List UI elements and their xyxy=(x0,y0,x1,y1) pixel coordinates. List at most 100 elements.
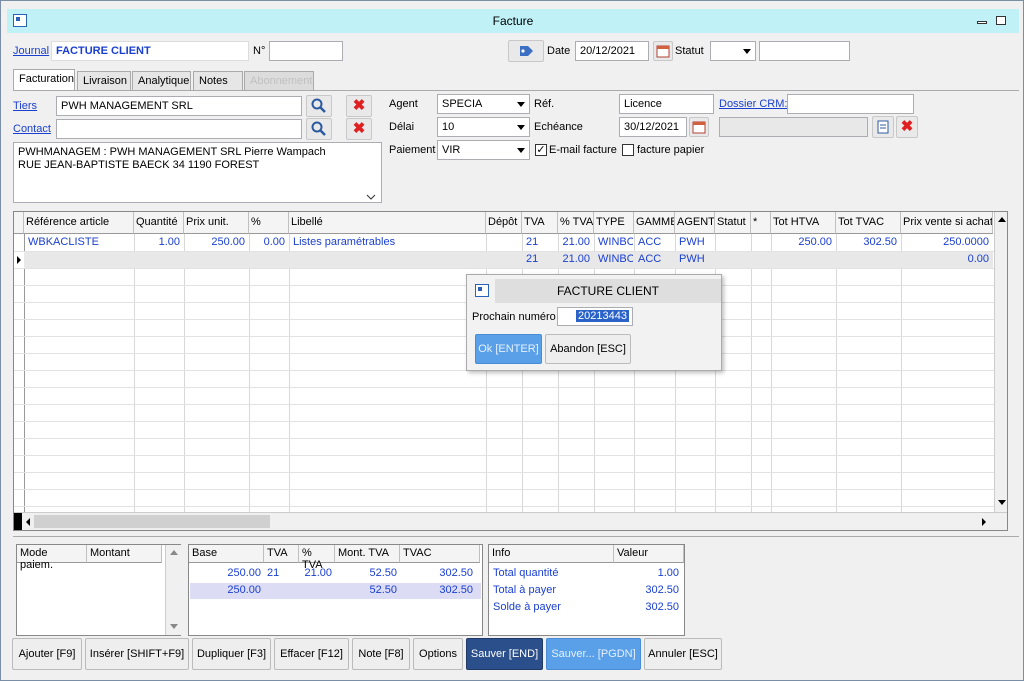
cell-type[interactable]: WINBOOKS xyxy=(595,235,633,251)
cell-tva[interactable]: 21 xyxy=(523,252,557,268)
number-field[interactable] xyxy=(269,41,343,61)
chevron-left-icon[interactable] xyxy=(24,517,32,527)
journal-field[interactable]: FACTURE CLIENT xyxy=(51,41,249,61)
calendar-button[interactable] xyxy=(653,41,673,61)
col-header[interactable]: Tot HTVA xyxy=(771,212,836,234)
cell-gamme[interactable]: ACC xyxy=(635,252,674,268)
col-header[interactable]: Tot TVAC xyxy=(836,212,901,234)
horizontal-scrollbar[interactable] xyxy=(14,512,1007,530)
cancel-dialog-button[interactable]: Abandon [ESC] xyxy=(545,334,631,364)
contact-clear-button[interactable]: ✖ xyxy=(346,118,372,140)
vat-table[interactable]: Base TVA % TVA Mont. TVA TVAC 250.00 21 … xyxy=(188,544,483,636)
col-header[interactable]: GAMME xyxy=(634,212,675,234)
insert-button[interactable]: Insérer [SHIFT+F9] xyxy=(85,638,189,670)
cell-agent[interactable]: PWH xyxy=(676,252,714,268)
save-button[interactable]: Sauver [END] xyxy=(466,638,543,670)
next-number-field[interactable]: 20213443 xyxy=(557,307,633,326)
chevron-right-icon[interactable] xyxy=(980,517,988,527)
tag-button[interactable] xyxy=(508,40,544,62)
col-header[interactable]: AGENT xyxy=(675,212,715,234)
save-more-button[interactable]: Sauver... [PGDN] xyxy=(546,638,641,670)
statut-select[interactable] xyxy=(710,41,756,61)
tiers-link[interactable]: Tiers xyxy=(13,100,37,112)
delete-button[interactable]: Effacer [F12] xyxy=(274,638,349,670)
cell-sale-price[interactable]: 250.0000 xyxy=(902,235,992,251)
options-button[interactable]: Options xyxy=(413,638,463,670)
col-header[interactable]: % xyxy=(249,212,289,234)
note-button[interactable]: Note [F8] xyxy=(352,638,410,670)
ref-field[interactable]: Licence xyxy=(619,94,714,114)
col-header[interactable]: TYPE xyxy=(594,212,634,234)
col-header[interactable]: Prix unit. xyxy=(184,212,249,234)
cell-label[interactable]: Listes paramétrables xyxy=(290,235,485,251)
contact-search-button[interactable] xyxy=(306,118,332,140)
cell-type[interactable]: WINBOOKS xyxy=(595,252,633,268)
chevron-up-icon[interactable] xyxy=(169,548,179,556)
search-icon xyxy=(311,121,326,136)
cell-sale-price[interactable]: 0.00 xyxy=(902,252,992,268)
cancel-button[interactable]: Annuler [ESC] xyxy=(644,638,722,670)
cell-pct-tva[interactable]: 21.00 xyxy=(559,235,593,251)
payment-table[interactable]: Mode paiem. Montant xyxy=(16,544,181,636)
agent-select[interactable]: SPECIA xyxy=(437,94,530,114)
paper-invoice-checkbox[interactable] xyxy=(622,144,634,156)
add-button[interactable]: Ajouter [F9] xyxy=(12,638,82,670)
contact-field[interactable] xyxy=(56,119,302,139)
tab-livraison[interactable]: Livraison xyxy=(77,71,131,90)
col-header[interactable]: * xyxy=(751,212,771,234)
minimize-icon[interactable] xyxy=(977,21,987,24)
cell-tot-htva[interactable]: 250.00 xyxy=(772,235,835,251)
tiers-clear-button[interactable]: ✖ xyxy=(346,95,372,117)
statut-text-field[interactable] xyxy=(759,41,850,61)
date-field[interactable]: 20/12/2021 xyxy=(575,41,649,61)
duplicate-button[interactable]: Dupliquer [F3] xyxy=(192,638,271,670)
ref-label: Réf. xyxy=(534,98,555,110)
crm-clear-button[interactable]: ✖ xyxy=(896,116,918,138)
cell-ref[interactable]: WBKACLISTE xyxy=(25,235,133,251)
col-header[interactable]: Dépôt xyxy=(486,212,522,234)
delai-select[interactable]: 10 xyxy=(437,117,530,137)
cell-pct[interactable]: 0.00 xyxy=(250,235,288,251)
col-header[interactable]: TVA xyxy=(522,212,558,234)
cell-price[interactable]: 250.00 xyxy=(185,235,248,251)
tab-analytique[interactable]: Analytique xyxy=(132,71,191,90)
chevron-down-icon xyxy=(517,102,525,107)
contact-link[interactable]: Contact xyxy=(13,123,51,135)
chevron-down-icon[interactable] xyxy=(169,623,179,631)
tab-facturation[interactable]: Facturation xyxy=(13,69,75,91)
crm-link[interactable]: Dossier CRM: xyxy=(719,98,787,110)
chevron-up-icon[interactable] xyxy=(997,215,1007,223)
tab-notes[interactable]: Notes xyxy=(193,71,243,90)
ok-button[interactable]: Ok [ENTER] xyxy=(475,334,542,364)
tiers-search-button[interactable] xyxy=(306,95,332,117)
cell-tot-tvac[interactable]: 302.50 xyxy=(837,235,900,251)
document-button[interactable] xyxy=(872,116,894,138)
cell-gamme[interactable]: ACC xyxy=(635,235,674,251)
payment-scrollbar[interactable] xyxy=(165,545,181,635)
col-header[interactable]: % TVA xyxy=(558,212,594,234)
col-header[interactable]: Statut xyxy=(715,212,751,234)
calendar-icon xyxy=(692,121,706,134)
lines-grid[interactable]: Référence article Quantité Prix unit. % … xyxy=(13,211,1008,531)
col-header[interactable]: Référence article xyxy=(24,212,134,234)
maximize-icon[interactable] xyxy=(996,16,1006,25)
col-header[interactable]: Prix vente si achat xyxy=(901,212,993,234)
tiers-field[interactable]: PWH MANAGEMENT SRL xyxy=(56,96,302,116)
vertical-scrollbar[interactable] xyxy=(994,212,1007,512)
cell-pct-tva[interactable]: 21.00 xyxy=(559,252,593,268)
cell-tva[interactable]: 21 xyxy=(523,235,557,251)
cell-agent[interactable]: PWH xyxy=(676,235,714,251)
tab-divider xyxy=(13,90,1019,91)
address-textarea[interactable]: PWHMANAGEM : PWH MANAGEMENT SRL Pierre W… xyxy=(13,142,382,203)
echeance-calendar-button[interactable] xyxy=(689,117,709,137)
journal-link[interactable]: Journal xyxy=(13,45,49,57)
email-invoice-checkbox[interactable]: ✓ xyxy=(535,144,547,156)
chevron-down-icon[interactable] xyxy=(997,499,1007,507)
crm-field[interactable] xyxy=(787,94,914,114)
scrollbar-thumb[interactable] xyxy=(34,515,270,528)
echeance-field[interactable]: 30/12/2021 xyxy=(619,117,687,137)
col-header[interactable]: Quantité xyxy=(134,212,184,234)
paiement-select[interactable]: VIR xyxy=(437,140,530,160)
col-header[interactable]: Libellé xyxy=(289,212,486,234)
cell-qty[interactable]: 1.00 xyxy=(135,235,183,251)
